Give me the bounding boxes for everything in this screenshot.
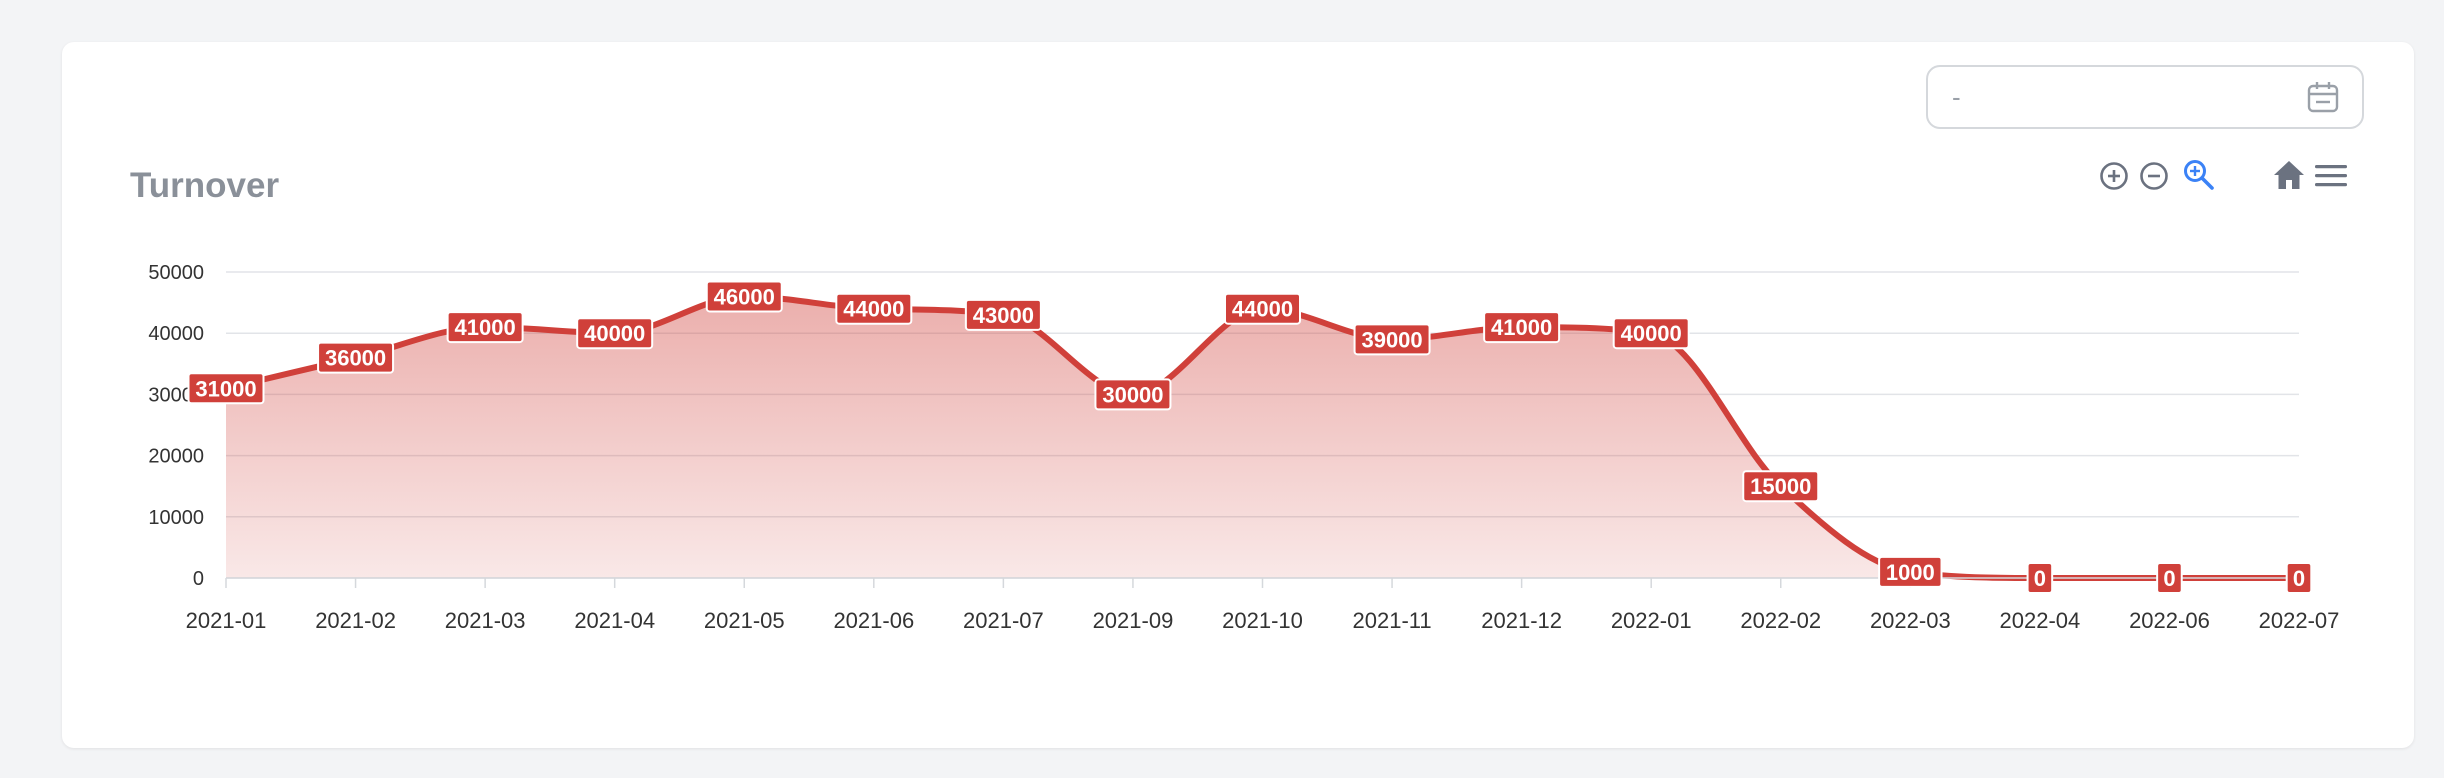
x-tick-label: 2022-04 (2000, 608, 2081, 633)
data-label: 31000 (195, 376, 256, 401)
data-label: 40000 (1621, 321, 1682, 346)
x-tick-label: 2021-04 (574, 608, 655, 633)
y-tick-label: 10000 (148, 507, 204, 529)
x-tick-label: 2021-12 (1481, 608, 1562, 633)
data-label: 0 (2034, 566, 2046, 591)
x-tick-label: 2021-10 (1222, 608, 1303, 633)
y-tick-label: 50000 (148, 262, 204, 284)
x-tick-label: 2021-05 (704, 608, 785, 633)
x-tick-label: 2021-07 (963, 608, 1044, 633)
data-label: 39000 (1361, 327, 1422, 352)
data-label: 15000 (1750, 474, 1811, 499)
data-label: 40000 (584, 321, 645, 346)
x-tick-label: 2021-03 (445, 608, 526, 633)
x-tick-label: 2022-01 (1611, 608, 1692, 633)
y-tick-label: 40000 (148, 323, 204, 345)
data-label: 41000 (455, 315, 516, 340)
data-label: 46000 (714, 284, 775, 309)
data-label: 36000 (325, 346, 386, 371)
x-tick-label: 2021-06 (833, 608, 914, 633)
data-label: 41000 (1491, 315, 1552, 340)
data-label: 43000 (973, 303, 1034, 328)
data-label: 30000 (1102, 382, 1163, 407)
x-tick-label: 2022-03 (1870, 608, 1951, 633)
data-label: 0 (2293, 566, 2305, 591)
x-tick-label: 2022-06 (2129, 608, 2210, 633)
y-tick-label: 20000 (148, 446, 204, 468)
x-tick-label: 2022-02 (1740, 608, 1821, 633)
data-label: 1000 (1886, 560, 1935, 585)
x-tick-label: 2021-09 (1093, 608, 1174, 633)
data-label: 0 (2163, 566, 2175, 591)
x-tick-label: 2021-01 (186, 608, 267, 633)
x-tick-label: 2022-07 (2259, 608, 2340, 633)
data-label: 44000 (1232, 297, 1293, 322)
data-label: 44000 (843, 297, 904, 322)
y-tick-label: 0 (193, 568, 204, 590)
turnover-area-chart: 010000200003000040000500002021-01 2021-02… (148, 262, 2340, 633)
x-tick-label: 2021-11 (1353, 608, 1432, 633)
series-area (226, 296, 2299, 578)
x-tick-label: 2021-02 (315, 608, 396, 633)
